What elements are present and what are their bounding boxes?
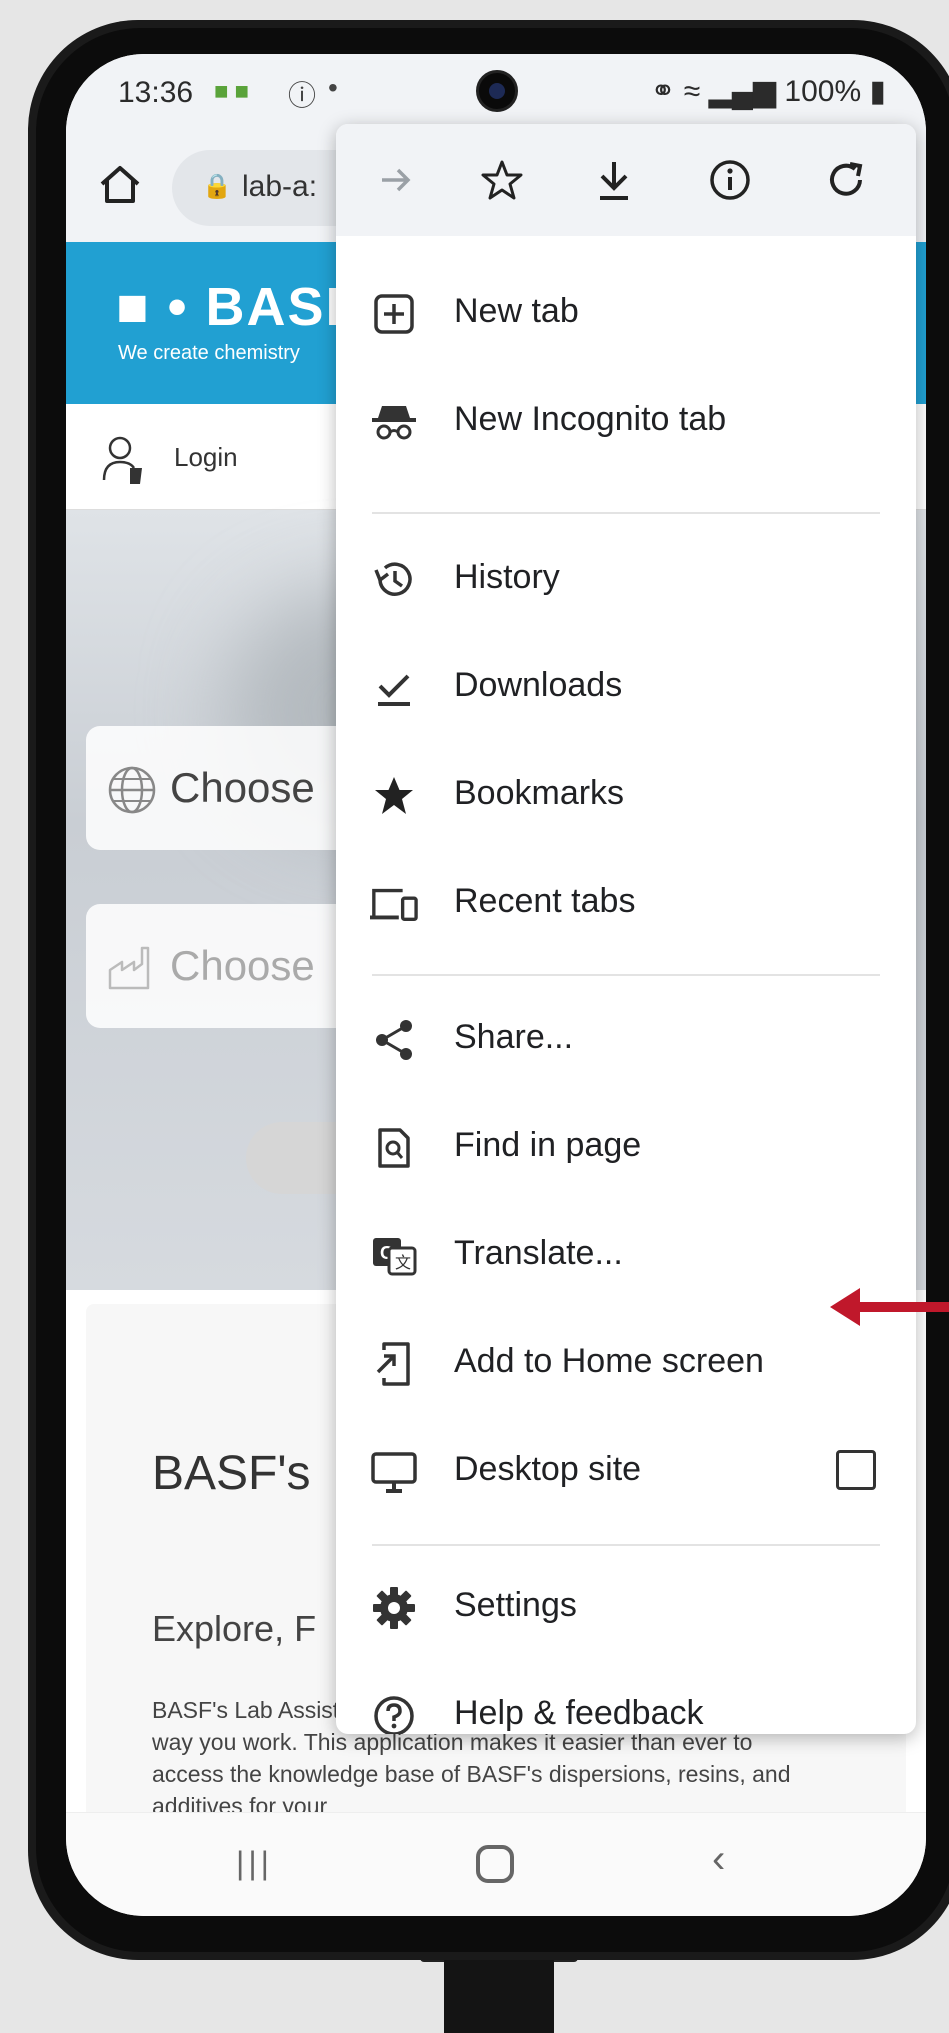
menu-item-history[interactable]: History	[336, 526, 916, 634]
login-link[interactable]: Login	[174, 442, 238, 473]
back-icon[interactable]: ‹	[712, 1837, 725, 1882]
add-to-home-icon	[370, 1340, 418, 1388]
menu-item-bookmarks[interactable]: Bookmarks	[336, 742, 916, 850]
incognito-icon	[370, 398, 418, 446]
menu-item-label: Recent tabs	[454, 882, 636, 920]
intro-title: BASF's	[152, 1447, 311, 1500]
menu-item-label: Translate...	[454, 1234, 623, 1272]
lock-icon: 🔒	[202, 173, 232, 200]
key-icon: ⚭	[650, 75, 676, 108]
menu-item-label: New Incognito tab	[454, 400, 727, 438]
wifi-icon: ≈	[683, 75, 701, 108]
status-right-group: ⚭ ≈ ▂▄▆ 100% ▮	[650, 74, 886, 109]
menu-item-add-to-home-screen[interactable]: Add to Home screen	[336, 1310, 916, 1418]
menu-item-recent-tabs[interactable]: Recent tabs	[336, 850, 916, 958]
share-icon	[370, 1016, 418, 1064]
star-icon[interactable]	[472, 150, 532, 210]
nav-home-icon[interactable]	[476, 1845, 514, 1883]
info-status-icon: ⓘ	[288, 80, 317, 111]
menu-item-label: History	[454, 558, 560, 596]
menu-item-new-tab[interactable]: New tab	[336, 260, 916, 368]
choose-region-label: Choose	[170, 764, 315, 811]
recent-apps-icon[interactable]: |||	[236, 1845, 273, 1882]
intro-subtitle: Explore, F	[152, 1608, 317, 1649]
menu-item-label: Bookmarks	[454, 774, 625, 812]
settings-icon	[370, 1584, 418, 1632]
menu-item-label: Settings	[454, 1586, 577, 1624]
menu-item-new-incognito-tab[interactable]: New Incognito tab	[336, 368, 916, 476]
menu-item-help-feedback[interactable]: Help & feedback	[336, 1662, 916, 1734]
battery-icon: ▮	[869, 75, 886, 108]
system-nav-bar: ||| ‹	[66, 1812, 926, 1916]
forward-icon[interactable]	[366, 150, 426, 210]
menu-item-share[interactable]: Share...	[336, 986, 916, 1094]
recent-tabs-icon	[370, 880, 418, 928]
menu-item-settings[interactable]: Settings	[336, 1554, 916, 1662]
desktop-site-checkbox[interactable]	[836, 1450, 876, 1490]
menu-item-label: Downloads	[454, 666, 623, 704]
menu-item-find-in-page[interactable]: Find in page	[336, 1094, 916, 1202]
basf-tagline: We create chemistry	[118, 342, 300, 364]
menu-divider	[372, 974, 880, 976]
android-notification-icons: ■■	[214, 78, 255, 105]
signal-icon: ▂▄▆	[708, 75, 777, 108]
browser-overflow-menu: New tab New Incognito tab History Downlo…	[336, 124, 916, 1734]
menu-item-label: Find in page	[454, 1126, 642, 1164]
menu-item-downloads[interactable]: Downloads	[336, 634, 916, 742]
phone-stand	[444, 1950, 554, 2033]
bookmarks-icon	[370, 772, 418, 820]
menu-item-label: New tab	[454, 292, 579, 330]
info-icon[interactable]	[700, 150, 760, 210]
svg-text:文: 文	[395, 1254, 411, 1272]
menu-toolbar	[336, 124, 916, 236]
new-tab-icon	[370, 290, 418, 338]
downloads-icon	[370, 664, 418, 712]
basf-logo[interactable]: ■ • BASF	[116, 276, 361, 338]
menu-item-label: Help & feedback	[454, 1694, 704, 1732]
login-user-icon[interactable]	[100, 434, 146, 486]
help-icon	[370, 1692, 418, 1734]
menu-item-label: Add to Home screen	[454, 1342, 764, 1380]
desktop-icon	[370, 1448, 418, 1496]
refresh-icon[interactable]	[816, 150, 876, 210]
translate-icon: G文	[370, 1232, 418, 1280]
annotation-arrow	[830, 1288, 949, 1326]
url-text: lab-a:	[242, 170, 318, 203]
menu-item-desktop-site[interactable]: Desktop site	[336, 1418, 916, 1526]
battery-percent: 100%	[784, 75, 862, 108]
menu-item-label: Share...	[454, 1018, 574, 1056]
download-icon[interactable]	[584, 150, 644, 210]
globe-icon	[108, 766, 156, 814]
phone-screen: 13:36 ■■ ⓘ • ⚭ ≈ ▂▄▆ 100% ▮ 🔒 lab-a: ■ •…	[66, 54, 926, 1916]
choose-industry-label: Choose	[170, 942, 315, 989]
menu-item-label: Desktop site	[454, 1450, 642, 1488]
status-time: 13:36	[118, 76, 194, 109]
status-bar: 13:36 ■■ ⓘ • ⚭ ≈ ▂▄▆ 100% ▮	[66, 54, 926, 132]
menu-divider	[372, 512, 880, 514]
front-camera	[476, 70, 518, 112]
history-icon	[370, 556, 418, 604]
notification-dot-icon: •	[328, 72, 338, 103]
menu-divider	[372, 1544, 880, 1546]
find-in-page-icon	[370, 1124, 418, 1172]
menu-item-translate[interactable]: G文 Translate...	[336, 1202, 916, 1310]
home-icon[interactable]	[96, 160, 144, 208]
factory-icon	[108, 946, 150, 990]
